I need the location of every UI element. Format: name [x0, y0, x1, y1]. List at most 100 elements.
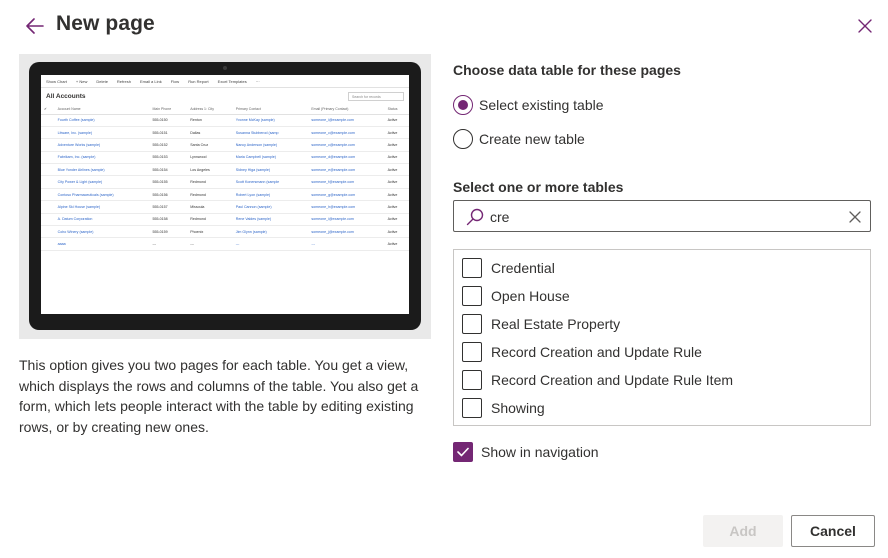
- radio-label: Create new table: [479, 131, 585, 147]
- list-item-label: Record Creation and Update Rule: [491, 344, 702, 360]
- preview-cell: 555-0156: [149, 188, 188, 202]
- preview-cell: Phoenix: [187, 225, 233, 239]
- preview-screen: Show Chart + New Delete Refresh Email a Link…: [41, 75, 409, 314]
- preview-cell: 555-0158: [149, 213, 188, 227]
- preview-cell: Missoula: [187, 200, 233, 214]
- preview-row: aaaa --- --- --- --- Active: [41, 237, 409, 251]
- preview-cell: 555-0154: [149, 163, 188, 177]
- checkbox[interactable]: [462, 286, 482, 306]
- list-item-open-house[interactable]: Open House: [462, 285, 570, 307]
- preview-cell: Scott Konersmann (sample: [232, 175, 309, 189]
- preview-cell: Active: [384, 163, 409, 177]
- list-item-label: Real Estate Property: [491, 316, 621, 332]
- preview-toolbar-item: Email a Link: [139, 78, 162, 84]
- preview-cell: someone_g@example.com: [308, 188, 385, 202]
- preview-row-select: [41, 225, 55, 239]
- show-in-navigation[interactable]: Show in navigation: [453, 441, 599, 463]
- preview-cell: Renton: [187, 114, 233, 127]
- preview-row-select: [41, 138, 55, 152]
- preview-column-header: Email (Primary Contact): [308, 105, 385, 115]
- preview-cell: Litware, Inc. (sample): [54, 126, 150, 140]
- close-button[interactable]: [853, 14, 877, 38]
- preview-row: Contoso Pharmaceuticals (sample) 555-0156…: [41, 188, 409, 202]
- preview-column-header: Address 1: City: [187, 105, 233, 115]
- preview-cell: Fourth Coffee (sample): [54, 114, 150, 127]
- radio-button[interactable]: [453, 129, 473, 149]
- preview-cell: Active: [384, 138, 409, 152]
- preview-cell: Blue Yonder Airlines (sample): [54, 163, 150, 177]
- list-item-real-estate-property[interactable]: Real Estate Property: [462, 313, 620, 335]
- list-item-label: Showing: [491, 400, 545, 416]
- checkbox[interactable]: [462, 398, 482, 418]
- checkbox[interactable]: [462, 314, 482, 334]
- preview-cell: Active: [384, 213, 409, 227]
- preview-cell: ---: [149, 237, 188, 251]
- preview-cell: Jim Glynn (sample): [232, 225, 309, 239]
- preview-row: Blue Yonder Airlines (sample) 555-0154 Los…: [41, 163, 409, 177]
- preview-row: Adventure Works (sample) 555-0152 Santa Cr…: [41, 138, 409, 152]
- preview-cell: Yvonne McKay (sample): [232, 114, 309, 127]
- preview-cell: ---: [308, 237, 385, 251]
- preview-row-select: [41, 175, 55, 189]
- preview-row: City Power & Light (sample) 555-0155 Redmo…: [41, 175, 409, 189]
- table-search-box[interactable]: [453, 200, 871, 232]
- preview-cell: ---: [232, 237, 309, 251]
- dialog-header: New page: [0, 0, 888, 52]
- list-item-credential[interactable]: Credential: [462, 257, 555, 279]
- back-button[interactable]: [22, 14, 48, 38]
- preview-cell: someone_c@example.com: [308, 126, 385, 140]
- preview-toolbar-item: Delete: [96, 78, 108, 84]
- checkbox[interactable]: [462, 342, 482, 362]
- list-item-label: Credential: [491, 260, 555, 276]
- preview-cell: Active: [384, 237, 409, 251]
- preview-row-select: [41, 237, 55, 251]
- preview-cell: City Power & Light (sample): [54, 175, 150, 189]
- preview-cell: Redmond: [187, 213, 233, 227]
- preview-cell: Los Angeles: [187, 163, 233, 177]
- tablet-frame: Show Chart + New Delete Refresh Email a Link…: [29, 62, 421, 330]
- preview-cell: someone_e@example.com: [308, 163, 385, 177]
- preview-cell: Active: [384, 188, 409, 202]
- radio-create-new-table[interactable]: Create new table: [453, 128, 585, 150]
- preview-view-bar: All Accounts Search for records: [41, 88, 409, 105]
- preview-cell: someone_i@example.com: [308, 114, 385, 127]
- page-title: New page: [56, 12, 155, 35]
- preview-row-select: [41, 114, 55, 127]
- preview-row-select: [41, 188, 55, 202]
- radio-button[interactable]: [453, 95, 473, 115]
- show-in-navigation-checkbox[interactable]: [453, 442, 473, 462]
- preview-cell: Robert Lyon (sample): [232, 188, 309, 202]
- cancel-button[interactable]: Cancel: [791, 515, 875, 547]
- radio-dot: [458, 100, 468, 110]
- table-search-input[interactable]: [490, 206, 830, 228]
- close-icon: [858, 19, 872, 33]
- radio-select-existing-table[interactable]: Select existing table: [453, 94, 604, 116]
- preview-cell: Active: [384, 151, 409, 165]
- list-item-label: Open House: [491, 288, 570, 304]
- preview-row-select: [41, 200, 55, 214]
- preview-cell: Coho Winery (sample): [54, 225, 150, 239]
- list-item-showing[interactable]: Showing: [462, 397, 545, 419]
- preview-grid-header: ✔ Account Name Main Phone Address 1: City Pr…: [41, 105, 409, 115]
- add-button[interactable]: Add: [703, 515, 783, 547]
- preview-search: Search for records: [348, 92, 404, 101]
- preview-cell: Dallas: [187, 126, 233, 140]
- preview-row-select: [41, 126, 55, 140]
- preview-cell: Adventure Works (sample): [54, 138, 150, 152]
- preview-cell: Nancy Anderson (sample): [232, 138, 309, 152]
- preview-cell: someone_f@example.com: [308, 175, 385, 189]
- checkbox[interactable]: [462, 258, 482, 278]
- checkbox[interactable]: [462, 370, 482, 390]
- preview-cell: Sidney Higa (sample): [232, 163, 309, 177]
- preview-toolbar-item: Run Report: [188, 78, 209, 84]
- clear-icon: [849, 211, 861, 223]
- checkmark-icon: [457, 447, 469, 457]
- clear-search-button[interactable]: [846, 208, 864, 226]
- preview-row-select: [41, 163, 55, 177]
- list-item-record-creation-rule[interactable]: Record Creation and Update Rule: [462, 341, 702, 363]
- list-item-record-creation-rule-item[interactable]: Record Creation and Update Rule Item: [462, 369, 733, 391]
- preview-cell: Active: [384, 200, 409, 214]
- preview-cell: 555-0150: [149, 114, 188, 127]
- preview-row: Coho Winery (sample) 555-0159 Phoenix Jim G…: [41, 225, 409, 239]
- preview-cell: 555-0152: [149, 138, 188, 152]
